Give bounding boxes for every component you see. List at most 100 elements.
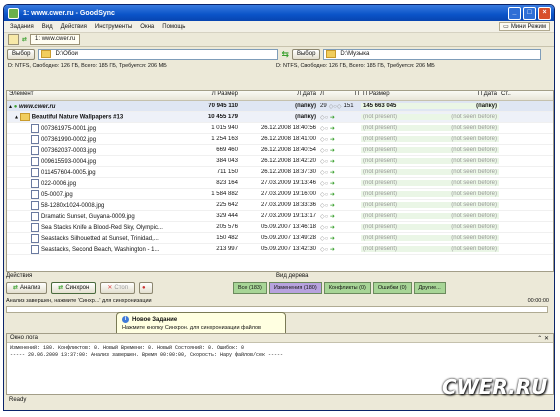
file-lsize: 329 444	[216, 213, 238, 219]
right-select-button[interactable]: Выбор	[291, 48, 321, 60]
tab-other[interactable]: Другие...	[413, 282, 446, 294]
minimize-button[interactable]: _	[508, 6, 521, 20]
col-lsize[interactable]: Л Размер	[187, 91, 240, 100]
file-lsize: 711 150	[216, 169, 238, 175]
file-rsize: (not present)	[361, 169, 435, 175]
right-path-field[interactable]: D:\Музыка	[323, 48, 542, 60]
file-rdate: (not seen before)	[435, 147, 499, 153]
file-row[interactable]: Seastacks, Second Beach, Washington - 1.…	[7, 244, 553, 255]
file-row[interactable]: Sea Stacks Knife a Blood-Red Sky, Olympi…	[7, 222, 553, 233]
file-rsize: (not present)	[361, 246, 435, 252]
new-job-icon[interactable]	[8, 34, 19, 45]
menu-view[interactable]: Вид	[42, 24, 53, 30]
copy-right-arrow-icon[interactable]: ➜	[330, 115, 335, 121]
root-lcount: 29	[320, 102, 327, 109]
file-rsize: (not present)	[361, 235, 435, 241]
sync-button[interactable]: ⇄ Синхрон	[51, 282, 97, 294]
folder-ldate: (папку)	[295, 114, 316, 120]
file-row[interactable]: 011457604-0005.jpg 711 150 26.12.2008 18:3…	[7, 167, 553, 178]
copy-right-arrow-icon[interactable]: ➜	[330, 214, 335, 220]
copy-right-arrow-icon[interactable]: ➜	[330, 170, 335, 176]
info-icon: i	[122, 316, 129, 323]
menu-bar: Задания Вид Действия Инструменты Окна По…	[4, 21, 554, 33]
file-row[interactable]: 007361990-0002.jpg 1 254 163 26.12.2008 18…	[7, 134, 553, 145]
file-name: Sea Stacks Knife a Blood-Red Sky, Olympi…	[41, 224, 163, 231]
copy-right-arrow-icon[interactable]: ➜	[330, 203, 335, 209]
copy-right-arrow-icon[interactable]: ➜	[330, 148, 335, 154]
collapse-icon[interactable]: ▴	[9, 104, 12, 110]
col-rdate[interactable]: П Дата	[435, 91, 499, 100]
col-item[interactable]: Элемент	[7, 91, 187, 100]
log-content: Изменений: 180. Конфликтов: 0. Новый Вре…	[7, 343, 553, 361]
file-row[interactable]: 58-1280x1024-0008.jpg 225 642 27.03.2009 1…	[7, 200, 553, 211]
file-row[interactable]: 009615593-0004.jpg 384 043 26.12.2008 18:4…	[7, 156, 553, 167]
menu-windows[interactable]: Окна	[140, 24, 154, 30]
root-rcount: 151	[343, 102, 354, 109]
stop-button[interactable]: ✕ Стоп	[100, 282, 135, 294]
copy-right-arrow-icon[interactable]: ➜	[330, 225, 335, 231]
path-bar: Выбор D:\Обои ⇆ Выбор D:\Музыка	[4, 47, 554, 61]
file-rsize: (not present)	[361, 125, 435, 131]
file-row[interactable]: 05-0007.jpg 1 584 882 27.03.2009 19:16:00 ◇…	[7, 189, 553, 200]
file-name: 05-0007.jpg	[41, 191, 73, 198]
folder-rdate: (not seen before)	[435, 114, 499, 120]
title-bar: 1: www.cwer.ru - GoodSync _ □ ×	[4, 5, 554, 21]
col-r: П	[354, 91, 359, 97]
globe-icon: ●	[13, 103, 18, 110]
disk-info-bar: D: NTFS, Свободно: 126 ГБ, Всего: 185 ГБ…	[4, 61, 554, 70]
file-ldate: 05.09.2007 13:46:18	[260, 224, 316, 230]
status-icons: ◇○	[320, 125, 329, 132]
mini-mode-button[interactable]: ▭ Мини Режим	[499, 22, 550, 31]
file-rdate: (not seen before)	[435, 169, 499, 175]
col-rsize[interactable]: П Размер	[361, 91, 435, 100]
col-lr[interactable]: Л П	[318, 91, 361, 100]
collapse-icon[interactable]: ▴	[15, 115, 18, 121]
tab-changes[interactable]: Изменения (180)	[268, 282, 322, 294]
tab-errors[interactable]: Ошибки (0)	[372, 282, 412, 294]
file-row[interactable]: 007361975-0001.jpg 1 015 940 26.12.2008 18…	[7, 123, 553, 134]
file-row[interactable]: Seastacks Silhouetted at Sunset, Trinida…	[7, 233, 553, 244]
copy-right-arrow-icon[interactable]: ➜	[330, 192, 335, 198]
copy-right-arrow-icon[interactable]: ➜	[330, 137, 335, 143]
left-select-button[interactable]: Выбор	[7, 48, 36, 60]
menu-help[interactable]: Помощь	[162, 24, 185, 30]
left-path-field[interactable]: D:\Обои	[38, 48, 279, 60]
file-name: 007362037-0003.jpg	[41, 147, 97, 154]
menu-actions[interactable]: Действия	[61, 24, 87, 30]
log-collapse-icon[interactable]: ⌃ ✕	[537, 335, 549, 342]
col-status[interactable]: Ст...	[499, 91, 511, 100]
sync-direction-icon[interactable]: ⇆	[281, 49, 289, 60]
analyze-button[interactable]: ⇄ Анализ	[6, 282, 48, 294]
tab-conflicts[interactable]: Конфликты (0)	[323, 282, 371, 294]
folder-icon	[41, 50, 52, 58]
tab-job[interactable]: 1: www.cwer.ru	[30, 34, 81, 45]
file-lsize: 225 642	[216, 202, 238, 208]
copy-right-arrow-icon[interactable]: ➜	[330, 181, 335, 187]
file-row[interactable]: 022-0006.jpg 823 164 27.03.2009 19:13:46 ◇○…	[7, 178, 553, 189]
elapsed-time: 00:00:00	[527, 298, 549, 304]
root-row[interactable]: ▴ ● www.cwer.ru 70 945 110 (папку) 29 ◇○…	[7, 101, 553, 112]
close-button[interactable]: ×	[538, 6, 551, 20]
status-icons: ◇○	[320, 147, 329, 154]
file-name: 007361975-0001.jpg	[41, 125, 97, 132]
copy-right-arrow-icon[interactable]: ➜	[330, 126, 335, 132]
file-ldate: 27.03.2009 18:33:36	[260, 202, 316, 208]
record-button[interactable]: ●	[138, 282, 153, 294]
copy-right-arrow-icon[interactable]: ➜	[330, 236, 335, 242]
col-ldate[interactable]: Л Дата	[240, 91, 318, 100]
folder-row[interactable]: ▴ Beautiful Nature Wallpapers #13 10 455…	[7, 112, 553, 123]
menu-tools[interactable]: Инструменты	[95, 24, 132, 30]
tab-all[interactable]: Все (183)	[232, 282, 267, 294]
root-rsize: 145 663 045	[361, 103, 435, 109]
file-row[interactable]: Dramatic Sunset, Guyana-0009.jpg 329 444 2…	[7, 211, 553, 222]
file-rsize: (not present)	[361, 213, 435, 219]
file-icon	[31, 145, 39, 155]
copy-right-arrow-icon[interactable]: ➜	[330, 159, 335, 165]
file-ldate: 26.12.2008 18:37:30	[260, 169, 316, 175]
file-row[interactable]: 007362037-0003.jpg 669 460 26.12.2008 18:4…	[7, 145, 553, 156]
root-name: www.cwer.ru	[18, 103, 56, 110]
menu-jobs[interactable]: Задания	[10, 24, 34, 30]
root-ldate: (папку)	[295, 103, 316, 109]
maximize-button[interactable]: □	[523, 6, 536, 20]
copy-right-arrow-icon[interactable]: ➜	[330, 247, 335, 253]
